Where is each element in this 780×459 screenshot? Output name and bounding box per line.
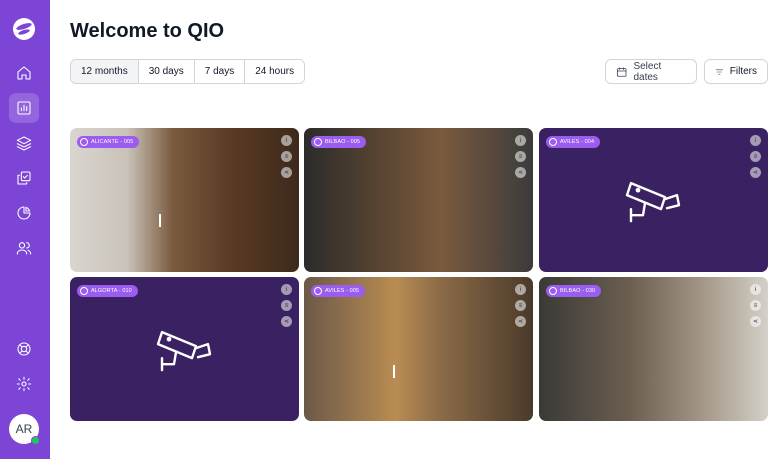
camera-off-icon — [314, 138, 322, 146]
sidebar-item-layers[interactable] — [9, 128, 39, 158]
camera-label: ALICANTE - 005 — [91, 139, 134, 145]
tile-actions: i ≡ ⋖ — [281, 135, 292, 178]
camera-label-badge: ALGORTA - 010 — [77, 285, 138, 297]
info-icon[interactable]: i — [750, 284, 761, 295]
info-icon[interactable]: i — [281, 284, 292, 295]
sidebar-item-dashboard[interactable] — [9, 93, 39, 123]
info-icon[interactable]: i — [515, 135, 526, 146]
tile-actions: i ≡ ⋖ — [281, 284, 292, 327]
security-camera-icon — [621, 175, 687, 229]
chart-icon[interactable]: ≡ — [281, 151, 292, 162]
filter-icon — [715, 69, 723, 74]
camera-tile[interactable]: AVILES - 005 i ≡ ⋖ — [304, 277, 533, 421]
tile-actions: i ≡ ⋖ — [750, 284, 761, 327]
chart-icon[interactable]: ≡ — [750, 151, 761, 162]
camera-label: AVILES - 005 — [325, 288, 360, 294]
sidebar: AR — [0, 0, 50, 459]
camera-label: BILBAO - 005 — [325, 139, 361, 145]
camera-label: AVILES - 004 — [560, 139, 595, 145]
camera-off-icon — [549, 287, 557, 295]
date-range-selector: 12 months 30 days 7 days 24 hours — [70, 59, 306, 84]
info-icon[interactable]: i — [750, 135, 761, 146]
text-cursor — [159, 214, 161, 227]
camera-tile[interactable]: BILBAO - 005 i ≡ ⋖ — [304, 128, 533, 272]
info-icon[interactable]: i — [515, 284, 526, 295]
share-icon[interactable]: ⋖ — [281, 167, 292, 178]
camera-label: BILBAO - 030 — [560, 288, 596, 294]
checklist-icon — [17, 171, 31, 185]
camera-label-badge: AVILES - 004 — [546, 136, 601, 148]
camera-tile[interactable]: AVILES - 004 i ≡ ⋖ — [539, 128, 768, 272]
camera-off-icon — [80, 287, 88, 295]
select-dates-button[interactable]: Select dates — [605, 59, 697, 84]
gear-icon — [16, 376, 32, 392]
share-icon[interactable]: ⋖ — [281, 316, 292, 327]
chart-icon[interactable]: ≡ — [750, 300, 761, 311]
share-icon[interactable]: ⋖ — [515, 167, 526, 178]
security-camera-icon — [152, 324, 218, 378]
filters-label: Filters — [729, 66, 757, 77]
tile-actions: i ≡ ⋖ — [515, 284, 526, 327]
select-dates-label: Select dates — [633, 60, 662, 83]
camera-off-icon — [549, 138, 557, 146]
camera-off-icon — [314, 287, 322, 295]
camera-label-badge: BILBAO - 005 — [311, 136, 367, 148]
filters-button[interactable]: Filters — [704, 59, 768, 84]
share-icon[interactable]: ⋖ — [750, 316, 761, 327]
home-icon — [17, 66, 31, 80]
sidebar-item-support[interactable] — [9, 334, 39, 364]
layers-icon — [16, 136, 32, 151]
camera-tile[interactable]: ALGORTA - 010 i ≡ ⋖ — [70, 277, 299, 421]
camera-off-icon — [80, 138, 88, 146]
range-7-days[interactable]: 7 days — [194, 60, 246, 83]
text-cursor — [393, 365, 395, 378]
sidebar-item-settings[interactable] — [9, 369, 39, 399]
camera-tile[interactable]: BILBAO - 030 i ≡ ⋖ — [539, 277, 768, 421]
qio-logo[interactable] — [13, 18, 35, 40]
online-status-dot — [31, 436, 40, 445]
share-icon[interactable]: ⋖ — [515, 316, 526, 327]
bar-chart-icon — [17, 101, 31, 115]
tile-actions: i ≡ ⋖ — [750, 135, 761, 178]
camera-label: ALGORTA - 010 — [91, 288, 132, 294]
sidebar-item-home[interactable] — [9, 58, 39, 88]
camera-tile[interactable]: ALICANTE - 005 i ≡ ⋖ — [70, 128, 299, 272]
info-icon[interactable]: i — [281, 135, 292, 146]
range-30-days[interactable]: 30 days — [138, 60, 195, 83]
camera-label-badge: ALICANTE - 005 — [77, 136, 140, 148]
chart-icon[interactable]: ≡ — [281, 300, 292, 311]
lifebuoy-icon — [17, 342, 31, 356]
page-title: Welcome to QIO — [70, 20, 225, 42]
tile-actions: i ≡ ⋖ — [515, 135, 526, 178]
chart-icon[interactable]: ≡ — [515, 151, 526, 162]
sidebar-item-analytics[interactable] — [9, 198, 39, 228]
camera-label-badge: BILBAO - 030 — [546, 285, 602, 297]
sidebar-item-users[interactable] — [9, 233, 39, 263]
range-24-hours[interactable]: 24 hours — [245, 60, 305, 83]
calendar-icon — [617, 66, 627, 77]
chart-icon[interactable]: ≡ — [515, 300, 526, 311]
pie-chart-icon — [17, 206, 31, 220]
share-icon[interactable]: ⋖ — [750, 167, 761, 178]
camera-label-badge: AVILES - 005 — [311, 285, 366, 297]
sidebar-item-tasks[interactable] — [9, 163, 39, 193]
users-icon — [16, 242, 32, 255]
range-12-months[interactable]: 12 months — [71, 60, 139, 83]
